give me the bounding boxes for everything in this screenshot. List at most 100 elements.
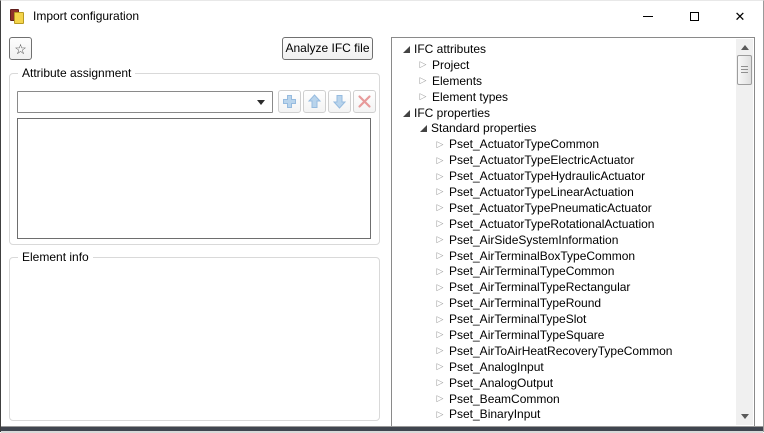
tree-item[interactable]: ▷Pset_ActuatorTypePneumaticActuator (392, 200, 736, 216)
triangle-up-icon (741, 45, 749, 50)
tree-item[interactable]: ▷Pset_AirTerminalBoxTypeCommon (392, 248, 736, 264)
expander-closed-icon[interactable]: ▷ (417, 60, 429, 69)
minimize-icon (643, 16, 653, 17)
tree-item-label: IFC attributes (414, 42, 486, 56)
scroll-up-button[interactable] (736, 39, 753, 56)
tree-item[interactable]: ▷Pset_AirTerminalTypeCommon (392, 263, 736, 279)
tree-item-label: Pset_AnalogInput (449, 360, 544, 374)
expander-closed-icon[interactable]: ▷ (434, 346, 446, 355)
tree-item-label: Pset_AirTerminalTypeCommon (449, 264, 614, 278)
attribute-assignment-list[interactable] (17, 118, 371, 239)
expander-closed-icon[interactable]: ▷ (434, 394, 446, 403)
tree-item[interactable]: ▷Pset_AirTerminalTypeRound (392, 295, 736, 311)
tree-item-label: IFC properties (414, 106, 490, 120)
expander-closed-icon[interactable]: ▷ (434, 156, 446, 165)
tree-item[interactable]: ▷Pset_AnalogInput (392, 359, 736, 375)
tree-item[interactable]: IFC attributes (392, 41, 736, 57)
tree-item[interactable]: ▷Pset_ActuatorTypeCommon (392, 136, 736, 152)
expander-open-icon[interactable] (416, 121, 428, 135)
tree-item[interactable]: ▷Pset_AirTerminalTypeSquare (392, 327, 736, 343)
attribute-assignment-combobox[interactable] (17, 91, 273, 113)
x-icon (357, 94, 372, 109)
window-controls: ✕ (625, 1, 763, 31)
expander-closed-icon[interactable]: ▷ (417, 76, 429, 85)
tree-item[interactable]: ▷Pset_BinaryInput (392, 406, 736, 422)
tree-item-label: Element types (432, 90, 508, 104)
tree-item-label: Pset_BinaryInput (449, 407, 540, 421)
tree-item-label: Pset_AirTerminalTypeRound (449, 296, 601, 310)
move-down-button[interactable] (328, 90, 351, 113)
tree-item-label: Elements (432, 74, 482, 88)
arrow-down-icon (332, 94, 347, 109)
tree-item-label: Pset_BeamCommon (449, 392, 560, 406)
tree-item[interactable]: ▷Pset_AirToAirHeatRecoveryTypeCommon (392, 343, 736, 359)
element-info-label: Element info (18, 250, 93, 264)
expander-closed-icon[interactable]: ▷ (434, 251, 446, 260)
expander-closed-icon[interactable]: ▷ (434, 362, 446, 371)
expander-closed-icon[interactable]: ▷ (434, 203, 446, 212)
tree-item-label: Pset_ActuatorTypeElectricActuator (449, 153, 634, 167)
tree-item[interactable]: ▷Element types (392, 89, 736, 105)
star-icon: ☆ (14, 41, 27, 57)
tree-item[interactable]: ▷Pset_AnalogOutput (392, 375, 736, 391)
expander-closed-icon[interactable]: ▷ (434, 315, 446, 324)
expander-closed-icon[interactable]: ▷ (434, 219, 446, 228)
add-button[interactable] (278, 90, 301, 113)
expander-closed-icon[interactable]: ▷ (417, 92, 429, 101)
tree-item-label: Pset_AnalogOutput (449, 376, 553, 390)
tree-item-label: Pset_ActuatorTypeRotationalActuation (449, 217, 654, 231)
tree-item-label: Pset_ActuatorTypeCommon (449, 137, 599, 151)
import-configuration-dialog: Import configuration ✕ ☆ Analyze IFC fil… (0, 0, 764, 432)
expander-closed-icon[interactable]: ▷ (434, 410, 446, 419)
tree-item[interactable]: ▷Pset_AirTerminalTypeSlot (392, 311, 736, 327)
expander-open-icon[interactable] (399, 106, 411, 120)
favorite-button[interactable]: ☆ (9, 37, 32, 60)
expander-closed-icon[interactable]: ▷ (434, 172, 446, 181)
minimize-button[interactable] (625, 1, 671, 31)
ifc-tree-panel: IFC attributes▷Project▷Elements▷Element … (391, 37, 755, 427)
tree-item[interactable]: ▷Pset_ActuatorTypeRotationalActuation (392, 216, 736, 232)
window-title: Import configuration (33, 1, 139, 31)
analyze-ifc-file-button[interactable]: Analyze IFC file (282, 37, 373, 60)
expander-closed-icon[interactable]: ▷ (434, 267, 446, 276)
tree-item[interactable]: IFC properties (392, 105, 736, 121)
tree-item[interactable]: ▷Pset_BeamCommon (392, 391, 736, 407)
tree-item[interactable]: Standard properties (392, 120, 736, 136)
expander-closed-icon[interactable]: ▷ (434, 235, 446, 244)
tree-item[interactable]: ▷Pset_AirTerminalTypeRectangular (392, 279, 736, 295)
tree-item[interactable]: ▷Pset_AirSideSystemInformation (392, 232, 736, 248)
tree-item[interactable]: ▷Pset_ActuatorTypeElectricActuator (392, 152, 736, 168)
tree-item-label: Pset_AirToAirHeatRecoveryTypeCommon (449, 344, 672, 358)
maximize-button[interactable] (671, 1, 717, 31)
expander-closed-icon[interactable]: ▷ (434, 378, 446, 387)
arrow-up-icon (307, 94, 322, 109)
scroll-down-button[interactable] (736, 408, 753, 425)
tree-item-label: Pset_AirTerminalTypeRectangular (449, 280, 630, 294)
tree-item[interactable]: ▷Project (392, 57, 736, 73)
close-button[interactable]: ✕ (717, 1, 763, 31)
delete-button[interactable] (353, 90, 376, 113)
tree-item[interactable]: ▷Pset_ActuatorTypeHydraulicActuator (392, 168, 736, 184)
expander-closed-icon[interactable]: ▷ (434, 283, 446, 292)
triangle-down-icon (741, 414, 749, 419)
combobox-input[interactable] (20, 94, 250, 110)
tree-item-label: Pset_ActuatorTypePneumaticActuator (449, 201, 652, 215)
move-up-button[interactable] (303, 90, 326, 113)
close-icon: ✕ (735, 10, 746, 23)
maximize-icon (690, 12, 699, 21)
expander-closed-icon[interactable]: ▷ (434, 330, 446, 339)
tree-item[interactable]: ▷Pset_ActuatorTypeLinearActuation (392, 184, 736, 200)
expander-closed-icon[interactable]: ▷ (434, 187, 446, 196)
scrollbar-thumb[interactable] (737, 55, 752, 85)
expander-closed-icon[interactable]: ▷ (434, 299, 446, 308)
tree-item-label: Pset_AirTerminalTypeSquare (449, 328, 604, 342)
tree-item-label: Pset_AirTerminalTypeSlot (449, 312, 586, 326)
plus-icon (282, 94, 297, 109)
tree-item-label: Standard properties (431, 121, 536, 135)
title-bar: Import configuration ✕ (1, 1, 763, 31)
expander-closed-icon[interactable]: ▷ (434, 140, 446, 149)
tree-item-label: Project (432, 58, 469, 72)
expander-open-icon[interactable] (399, 42, 411, 56)
vertical-scrollbar[interactable] (736, 39, 753, 425)
tree-item[interactable]: ▷Elements (392, 73, 736, 89)
